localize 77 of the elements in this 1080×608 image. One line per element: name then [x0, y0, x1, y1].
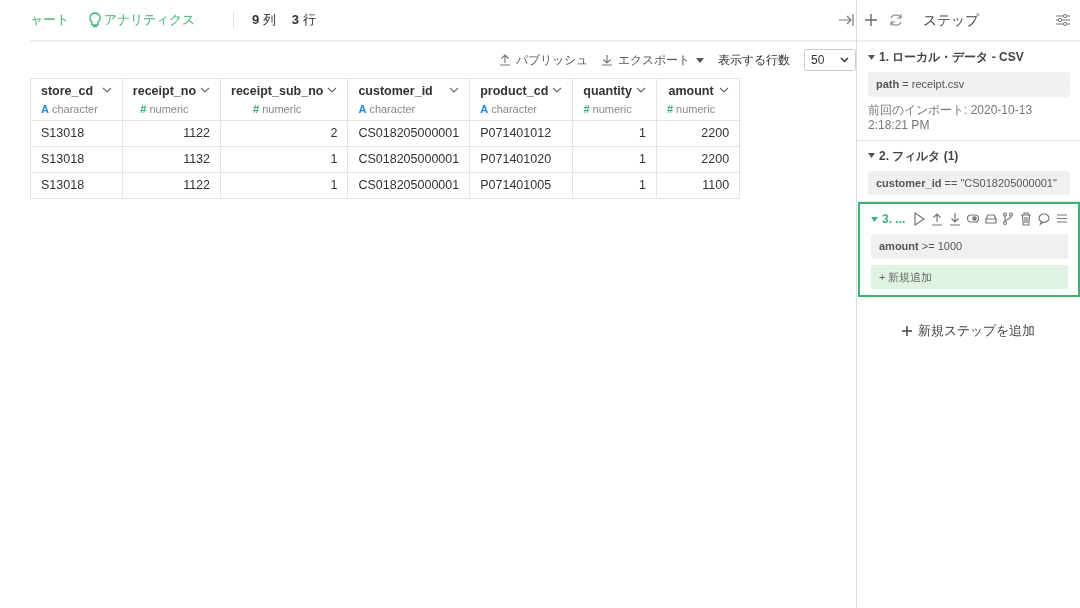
rows-select[interactable]: 50 [804, 49, 856, 71]
caret-icon[interactable] [868, 153, 875, 159]
upload-icon [500, 54, 510, 66]
export-dropdown[interactable]: エクスポート [602, 51, 704, 69]
column-header[interactable]: receipt_sub_no [231, 81, 324, 101]
upload-icon[interactable] [931, 212, 944, 227]
refresh-icon[interactable] [889, 13, 903, 27]
condition-text[interactable]: amount >= 1000 [871, 234, 1068, 259]
table-cell: P071401005 [480, 178, 552, 193]
column-type: # numeric [139, 101, 190, 117]
panel-title: ステップ [923, 10, 979, 30]
column-type: # numeric [252, 101, 303, 117]
step-title[interactable]: 2. フィルタ (1) [879, 146, 959, 165]
condition-text[interactable]: customer_id == "CS018205000001" [868, 170, 1070, 196]
table-cell: 1122 [183, 126, 211, 141]
chevron-down-icon[interactable] [327, 86, 338, 93]
comment-icon[interactable] [1038, 212, 1051, 227]
table-cell: S13018 [41, 152, 85, 167]
caret-icon [696, 57, 704, 63]
add-icon[interactable] [865, 14, 877, 26]
chevron-down-icon[interactable] [719, 86, 730, 93]
column-header[interactable]: product_cd [480, 81, 549, 101]
chevron-down-icon[interactable] [552, 86, 563, 93]
drive-icon[interactable] [984, 212, 997, 227]
add-condition-button[interactable]: + 新規追加 [871, 264, 1068, 290]
table-cell: 2 [330, 126, 338, 141]
settings-icon[interactable] [1056, 14, 1070, 26]
table-cell: CS018205000001 [358, 126, 460, 141]
column-header[interactable]: customer_id [358, 81, 446, 101]
table-cell: S13018 [41, 178, 85, 193]
publish-link[interactable]: パブリッシュ [500, 51, 588, 69]
count-label: 9 列 [252, 11, 276, 30]
branch-icon[interactable] [1002, 212, 1015, 227]
column-type: # numeric [583, 101, 632, 117]
table-cell: 1 [330, 178, 338, 193]
chevron-down-icon[interactable] [200, 86, 211, 93]
chevron-down-icon [840, 57, 849, 63]
caret-icon[interactable] [868, 54, 875, 60]
trash-icon[interactable] [1020, 212, 1033, 227]
chevron-down-icon[interactable] [449, 86, 460, 93]
table-cell: P071401020 [480, 152, 552, 167]
table-cell: 1 [638, 126, 646, 141]
column-header[interactable]: store_cd [41, 81, 98, 101]
table-cell: 1132 [183, 152, 211, 167]
import-note: 前回のインポート: 2020-10-13 2:18:21 PM [868, 102, 1034, 134]
table-cell: 1 [638, 152, 646, 167]
column-type: # numeric [666, 101, 716, 117]
rows-label: 表示する行数 [718, 52, 790, 69]
collapse-panel-icon[interactable] [838, 13, 854, 27]
add-step-link[interactable]: 新規ステップを追加 [918, 321, 1035, 341]
column-type: A character [41, 101, 98, 117]
table-cell: 2200 [701, 126, 730, 141]
table-cell: 1 [330, 152, 338, 167]
table-cell: CS018205000001 [358, 178, 460, 193]
step-title[interactable]: 1. ローカル・データ - CSV [879, 48, 1024, 66]
download-icon [602, 54, 612, 66]
table-cell: P071401012 [480, 126, 552, 141]
column-type: A character [358, 101, 417, 117]
table-cell: 1100 [702, 178, 730, 193]
table-cell: S13018 [41, 126, 85, 141]
column-header[interactable]: receipt_no [132, 81, 197, 101]
lightbulb-icon [89, 12, 101, 28]
count-label: 3 行 [291, 11, 316, 30]
column-header[interactable]: quantity [583, 81, 632, 101]
add-icon[interactable] [902, 325, 912, 336]
table-cell: CS018205000001 [358, 152, 460, 167]
column-type: A character [480, 101, 539, 117]
chevron-down-icon[interactable] [635, 86, 646, 93]
table-cell: 2200 [701, 152, 730, 167]
download-icon[interactable] [949, 212, 961, 227]
step-card[interactable]: 3. ... amount >= 1000 + 新規追加 [858, 202, 1080, 298]
run-icon[interactable] [913, 212, 926, 227]
condition-text[interactable]: path = receipt.csv [868, 72, 1070, 97]
chevron-down-icon[interactable] [101, 86, 112, 93]
table-cell: 1122 [183, 178, 211, 193]
table-cell: 1 [638, 178, 646, 193]
column-header[interactable]: amount [666, 81, 716, 101]
